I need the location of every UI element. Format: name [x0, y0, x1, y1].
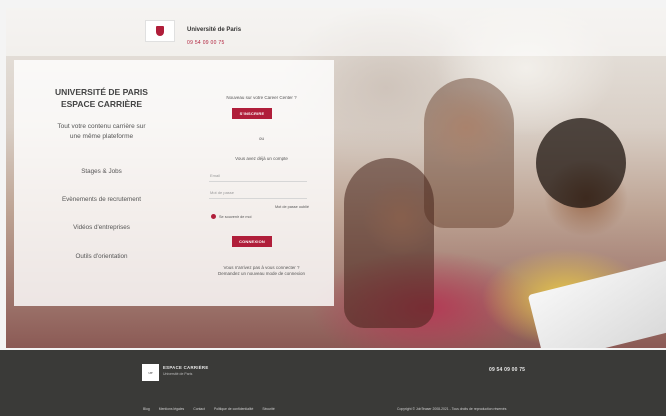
login-button[interactable]: CONNEXION	[232, 236, 272, 247]
password-field[interactable]	[209, 187, 307, 199]
help-link[interactable]: Demandez un nouveau mode de connexion	[189, 271, 334, 276]
remember-me-toggle[interactable]: Se souvenir de moi	[211, 214, 252, 219]
university-logo-icon	[145, 20, 175, 42]
new-user-prompt: Nouveau sur votre Career Center ?	[226, 95, 297, 100]
shield-icon	[156, 26, 164, 36]
forgot-password-link[interactable]: Mot de passe oublié	[275, 205, 309, 209]
site-title-line1: UNIVERSITÉ DE PARIS	[55, 87, 148, 97]
site-title-line2: ESPACE CARRIÈRE	[60, 99, 143, 109]
footer-link-blog[interactable]: Blog	[143, 407, 150, 411]
remember-me-label: Se souvenir de moi	[219, 214, 252, 219]
footer-brand-sub: Université de Paris	[163, 372, 193, 376]
existing-account-text: Vous avez déjà un compte	[235, 156, 288, 161]
header-phone[interactable]: 09 54 09 00 75	[187, 40, 225, 46]
or-separator: ou	[258, 136, 264, 141]
footer-link-legal[interactable]: Mentions légales	[159, 407, 184, 411]
help-text-line1: Vous n'arrivez pas à vous connecter ?	[223, 265, 300, 270]
footer-logo-text: UP	[148, 370, 153, 375]
feature-internships: Stages & Jobs	[81, 168, 122, 175]
top-header	[6, 8, 666, 56]
footer-link-security[interactable]: Sécurité	[262, 407, 274, 411]
university-logo[interactable]	[145, 20, 175, 42]
email-field[interactable]	[209, 170, 307, 182]
footer-copyright: Copyright © JobTeaser 2008-2021 - Tous d…	[397, 407, 507, 411]
tagline-line2: une même plateforme	[69, 133, 134, 140]
photo-laptop	[527, 258, 666, 348]
footer-links: Blog Mentions légales Contact Politique …	[143, 407, 275, 411]
presentation-column: UNIVERSITÉ DE PARIS ESPACE CARRIÈRE Tout…	[14, 60, 189, 306]
footer-link-privacy[interactable]: Politique de confidentialité	[214, 407, 253, 411]
feature-recruiting-events: Evènements de recrutement	[61, 196, 142, 203]
photo-person	[536, 118, 626, 208]
feature-orientation-tools: Outils d'orientation	[75, 253, 128, 260]
welcome-panel: UNIVERSITÉ DE PARIS ESPACE CARRIÈRE Tout…	[14, 60, 334, 306]
footer-phone[interactable]: 09 54 09 00 75	[489, 367, 525, 373]
footer-link-contact[interactable]: Contact	[193, 407, 205, 411]
footer-logo[interactable]: UP	[142, 364, 159, 381]
login-column: Nouveau sur votre Career Center ? S'INSC…	[189, 60, 334, 306]
career-center-page: Université de Paris 09 54 09 00 75 UNIVE…	[0, 0, 666, 416]
remember-me-radio-icon[interactable]	[211, 214, 216, 219]
footer-brand: ESPACE CARRIÈRE	[163, 365, 209, 370]
photo-person	[424, 78, 514, 228]
tagline-line1: Tout votre contenu carrière sur	[57, 123, 146, 130]
photo-person	[344, 158, 434, 328]
register-button[interactable]: S'INSCRIRE	[232, 108, 272, 119]
feature-company-videos: Vidéos d'entreprises	[73, 224, 130, 231]
footer: UP ESPACE CARRIÈRE Université de Paris 0…	[0, 350, 666, 416]
university-name: Université de Paris	[187, 27, 242, 33]
